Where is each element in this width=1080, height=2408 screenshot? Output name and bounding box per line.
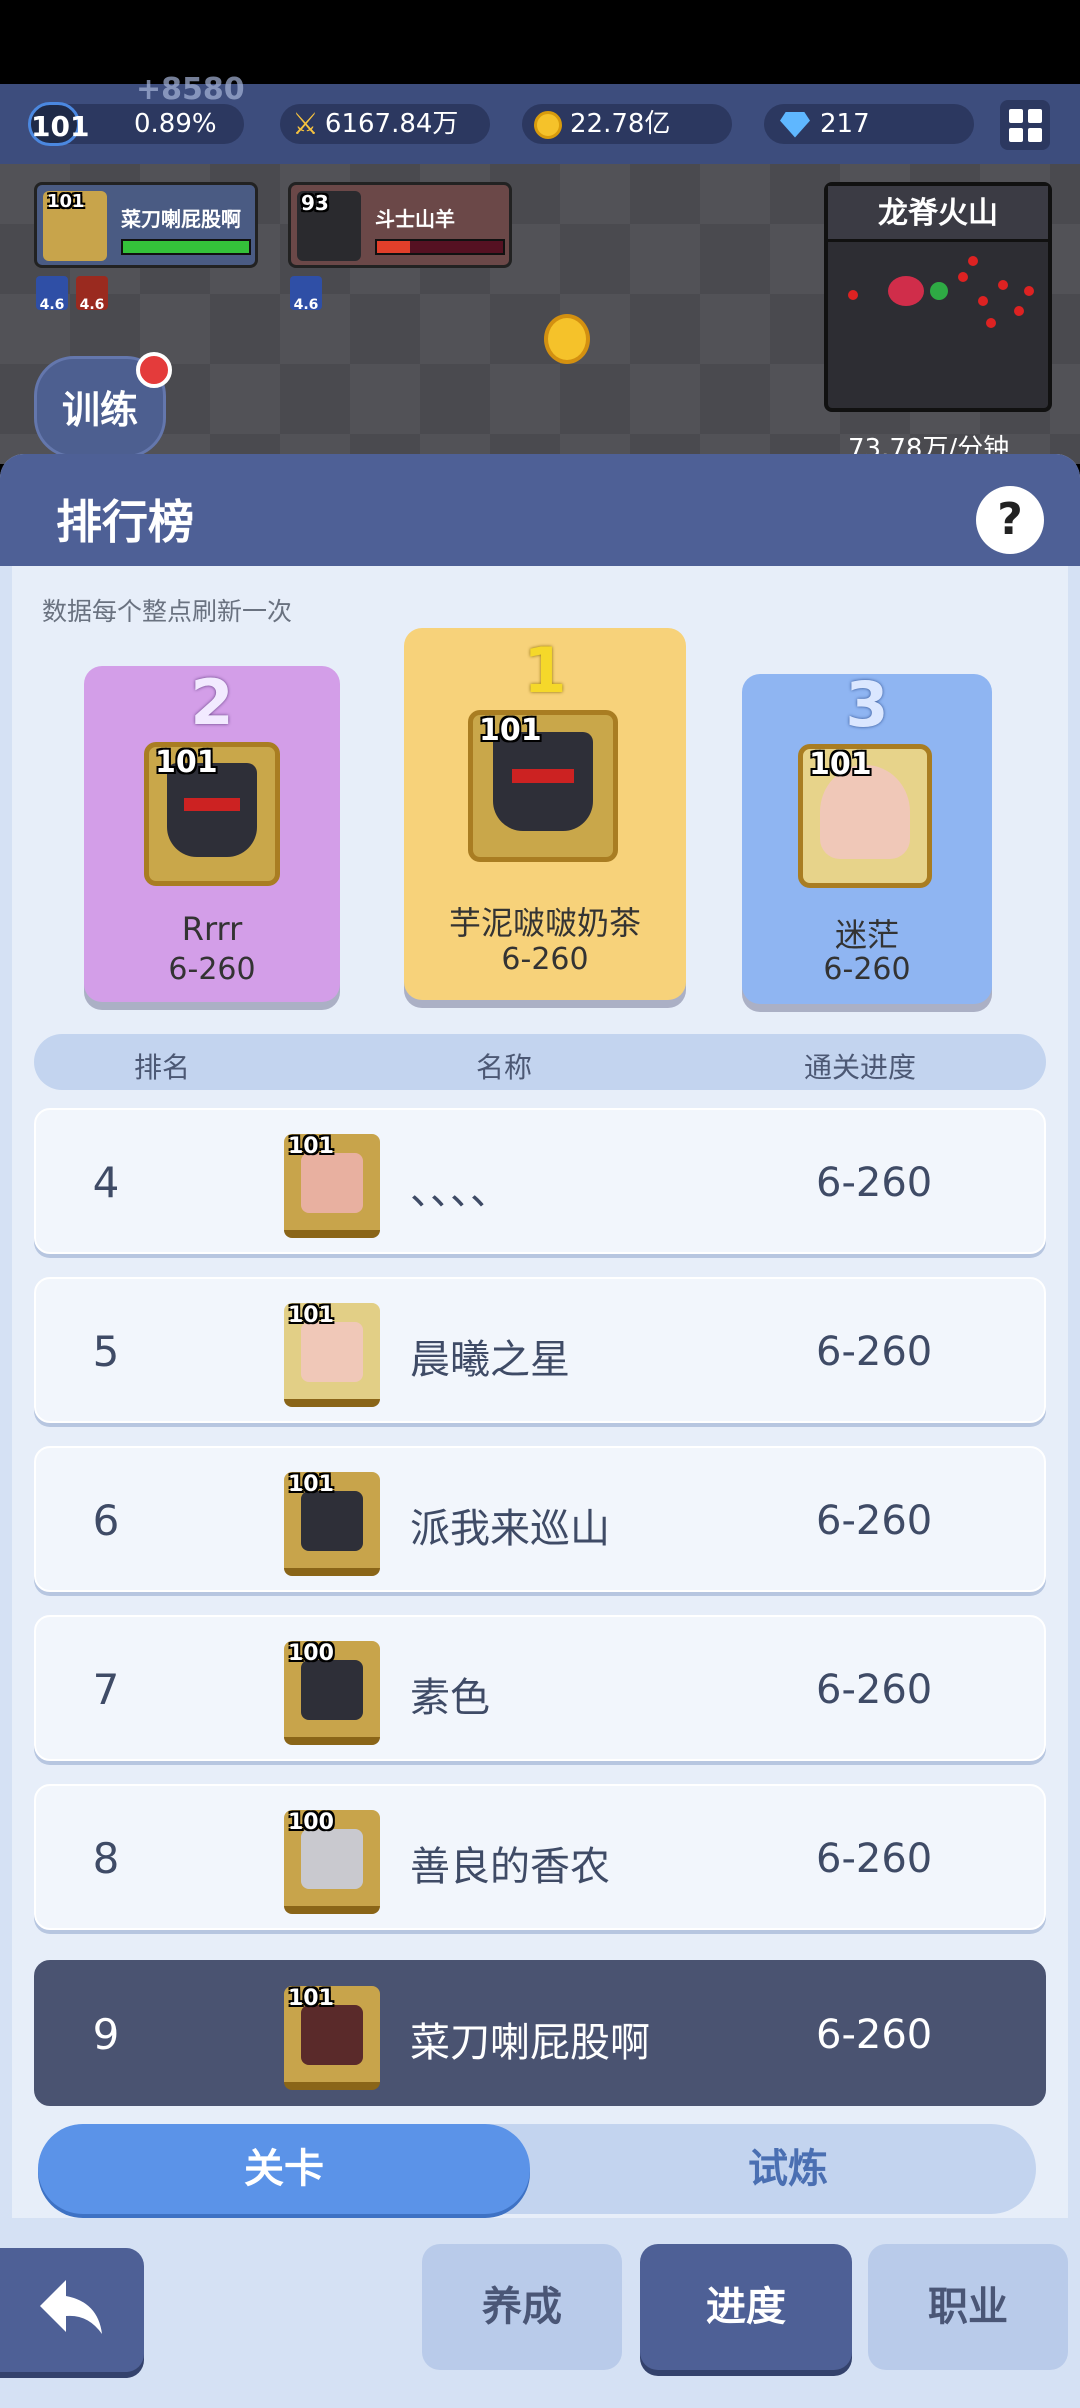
table-row[interactable]: 4 101 、、、、 6-260: [34, 1108, 1046, 1254]
row-progress: 6-260: [816, 1160, 933, 1206]
row-name: 菜刀喇屁股啊: [410, 2020, 650, 2066]
ally-unit-card[interactable]: 101 菜刀喇屁股啊: [34, 182, 258, 268]
podium-name: 迷茫: [834, 916, 899, 954]
nav-cultivate[interactable]: 养成: [422, 2244, 622, 2370]
row-progress: 6-260: [816, 1836, 933, 1882]
power-value: 6167.84万: [324, 109, 459, 139]
podium-name: Rrrr: [181, 910, 243, 948]
podium-third[interactable]: 3 101 迷茫 6-260: [742, 668, 992, 1004]
nav-job[interactable]: 职业: [868, 2244, 1068, 2370]
row-name: 素色: [410, 1675, 490, 1721]
enemy-name: 斗士山羊: [375, 207, 455, 231]
row-rank: 4: [92, 1158, 120, 1207]
col-name: 名称: [476, 1051, 533, 1084]
grid-menu-button[interactable]: [1000, 100, 1050, 150]
minimap[interactable]: 龙脊火山: [824, 182, 1052, 412]
refresh-note: 数据每个整点刷新一次: [42, 597, 293, 626]
row-avatar: 100: [284, 1810, 380, 1914]
row-rank: 9: [92, 2010, 120, 2059]
table-row[interactable]: 5 101 晨曦之星 6-260: [34, 1277, 1046, 1423]
row-rank: 7: [92, 1665, 120, 1714]
my-rank-row[interactable]: 9 101 菜刀喇屁股啊 6-260: [34, 1960, 1046, 2106]
row-progress: 6-260: [816, 2012, 933, 2058]
row-name: 晨曦之星: [410, 1337, 570, 1383]
podium-avatar: 101: [468, 710, 618, 862]
notification-dot-icon: [136, 352, 172, 388]
gem-value: 217: [820, 109, 870, 139]
row-avatar: 101: [284, 1134, 380, 1238]
podium-first[interactable]: 1 101 芋泥啵啵奶茶 6-260: [404, 628, 686, 1000]
boss-icon: [888, 276, 924, 306]
row-rank: 8: [92, 1834, 120, 1883]
ally-name: 菜刀喇屁股啊: [121, 207, 241, 231]
gold-value: 22.78亿: [570, 109, 671, 139]
row-avatar: 101: [284, 1986, 380, 2090]
podium-avatar: 101: [144, 742, 280, 886]
back-button[interactable]: [0, 2248, 144, 2372]
tab-trial[interactable]: 试炼: [548, 2124, 1028, 2214]
buff-icon[interactable]: 4.6: [76, 276, 108, 313]
ally-avatar: 101: [43, 191, 107, 261]
diamond-icon: [780, 111, 810, 138]
podium-name: 芋泥啵啵奶茶: [448, 904, 641, 942]
podium-progress: 6-260: [823, 952, 911, 987]
gold-pill[interactable]: 22.78亿: [522, 104, 732, 144]
row-progress: 6-260: [816, 1498, 933, 1544]
help-button[interactable]: ?: [976, 486, 1044, 554]
col-progress: 通关进度: [804, 1051, 917, 1084]
row-name: 、、、、: [410, 1168, 510, 1214]
row-progress: 6-260: [816, 1667, 933, 1713]
exp-percent: 0.89%: [134, 109, 217, 139]
table-row[interactable]: 6 101 派我来巡山 6-260: [34, 1446, 1046, 1592]
player-marker-icon: [930, 282, 948, 300]
enemy-hp-bar: [375, 239, 505, 255]
row-name: 善良的香农: [410, 1844, 610, 1890]
back-arrow-icon: [40, 2280, 102, 2334]
enemy-buff-icon[interactable]: 4.6: [290, 276, 322, 313]
ally-hp-bar: [121, 239, 251, 255]
row-avatar: 101: [284, 1472, 380, 1576]
gain-float-text: +8580: [136, 72, 245, 107]
table-header: 排名 名称 通关进度: [34, 1034, 1046, 1090]
row-avatar: 101: [284, 1303, 380, 1407]
gem-pill[interactable]: 217: [764, 104, 974, 144]
dropped-coin-icon[interactable]: [544, 314, 590, 364]
podium-rank: 3: [845, 668, 889, 741]
gold-coin-icon: [534, 110, 562, 139]
table-row[interactable]: 8 100 善良的香农 6-260: [34, 1784, 1046, 1930]
enemy-unit-card[interactable]: 93 斗士山羊: [288, 182, 512, 268]
podium-rank: 1: [523, 634, 567, 707]
player-level-badge[interactable]: 101: [28, 102, 89, 146]
col-rank: 排名: [134, 1051, 191, 1084]
enemy-avatar: 93: [297, 191, 361, 261]
swords-icon: ⚔: [292, 106, 319, 142]
row-progress: 6-260: [816, 1329, 933, 1375]
panel-title: 排行榜: [56, 495, 194, 549]
map-name: 龙脊火山: [828, 186, 1048, 242]
table-row[interactable]: 7 100 素色 6-260: [34, 1615, 1046, 1761]
row-avatar: 100: [284, 1641, 380, 1745]
nav-progress[interactable]: 进度: [640, 2244, 852, 2370]
row-rank: 6: [92, 1496, 120, 1545]
podium-progress: 6-260: [501, 942, 589, 977]
row-rank: 5: [92, 1327, 120, 1376]
tab-stage[interactable]: 关卡: [38, 2124, 530, 2214]
buff-icon[interactable]: 4.6: [36, 276, 68, 313]
podium-avatar: 101: [798, 744, 932, 888]
row-name: 派我来巡山: [410, 1506, 610, 1552]
podium-rank: 2: [190, 666, 234, 739]
podium-progress: 6-260: [168, 952, 256, 987]
power-pill: ⚔ 6167.84万: [280, 104, 490, 144]
ranking-tabs: 关卡 试炼: [38, 2124, 1036, 2214]
podium-second[interactable]: 2 101 Rrrr 6-260: [84, 666, 340, 1002]
